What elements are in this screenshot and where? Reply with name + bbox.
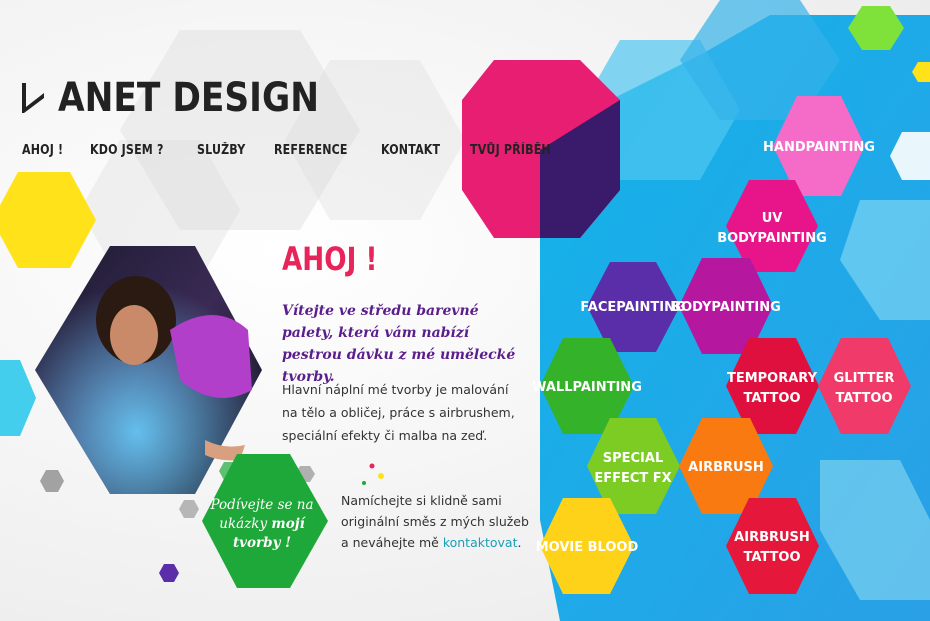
- brand-logo[interactable]: ANET DESIGN: [20, 78, 362, 118]
- nav-item-ahoj[interactable]: AHOJ !: [22, 143, 63, 158]
- cta-line3: tvorby !: [232, 535, 292, 551]
- intro-lead: Vítejte ve středu barevné palety, která …: [282, 303, 516, 385]
- cta-line2: ukázky: [219, 516, 268, 532]
- label-wallpainting[interactable]: WALLPAINTING: [532, 380, 642, 395]
- cta-line1: Podívejte se na: [210, 497, 314, 513]
- invite-paragraph: Namíchejte si klidně sami originální smě…: [341, 490, 531, 553]
- label-movie-blood[interactable]: MOVIE BLOOD: [536, 540, 639, 555]
- bg-hex-cyan: [0, 360, 36, 436]
- deco-hex-grey: [179, 500, 199, 518]
- portrait-face: [110, 305, 158, 365]
- brand-name: ANET DESIGN: [58, 75, 320, 121]
- label-airbrush[interactable]: AIRBRUSH: [688, 460, 764, 475]
- logo-mark-icon: [22, 83, 44, 113]
- nav-item-tvuj-pribeh[interactable]: TVŮJ PŘÍBĚH: [470, 143, 551, 158]
- contact-link[interactable]: kontaktovat: [443, 535, 518, 550]
- intro-paragraph: Hlavní náplní mé tvorby je malování na t…: [282, 382, 515, 443]
- nav-item-reference[interactable]: REFERENCE: [274, 143, 348, 158]
- label-facepainting[interactable]: FACEPAINTING: [580, 300, 685, 315]
- label-handpainting[interactable]: HANDPAINTING: [763, 140, 875, 155]
- deco-dot: [378, 473, 384, 479]
- page-title: AHOJ !: [282, 240, 378, 278]
- nav-item-kontakt[interactable]: KONTAKT: [381, 143, 440, 158]
- nav-item-sluzby[interactable]: SLUŽBY: [197, 143, 245, 158]
- main-nav: AHOJ ! KDO JSEM ? SLUŽBY REFERENCE KONTA…: [22, 143, 585, 158]
- label-bodypainting[interactable]: BODYPAINTING: [671, 300, 781, 315]
- invite-end: .: [517, 535, 522, 550]
- deco-hex-grey: [40, 470, 64, 492]
- deco-hex-purple: [159, 564, 179, 582]
- page: HANDPAINTING UV BODYPAINTING FACEPAINTING…: [0, 0, 930, 621]
- cta-bold: mojí: [271, 516, 305, 532]
- deco-dot: [369, 463, 375, 469]
- bg-hex-yellow: [0, 172, 96, 268]
- portfolio-cta[interactable]: Podívejte se na ukázky mojí tvorby !: [207, 496, 317, 553]
- deco-dot: [362, 481, 366, 485]
- nav-item-kdo-jsem[interactable]: KDO JSEM ?: [90, 143, 164, 158]
